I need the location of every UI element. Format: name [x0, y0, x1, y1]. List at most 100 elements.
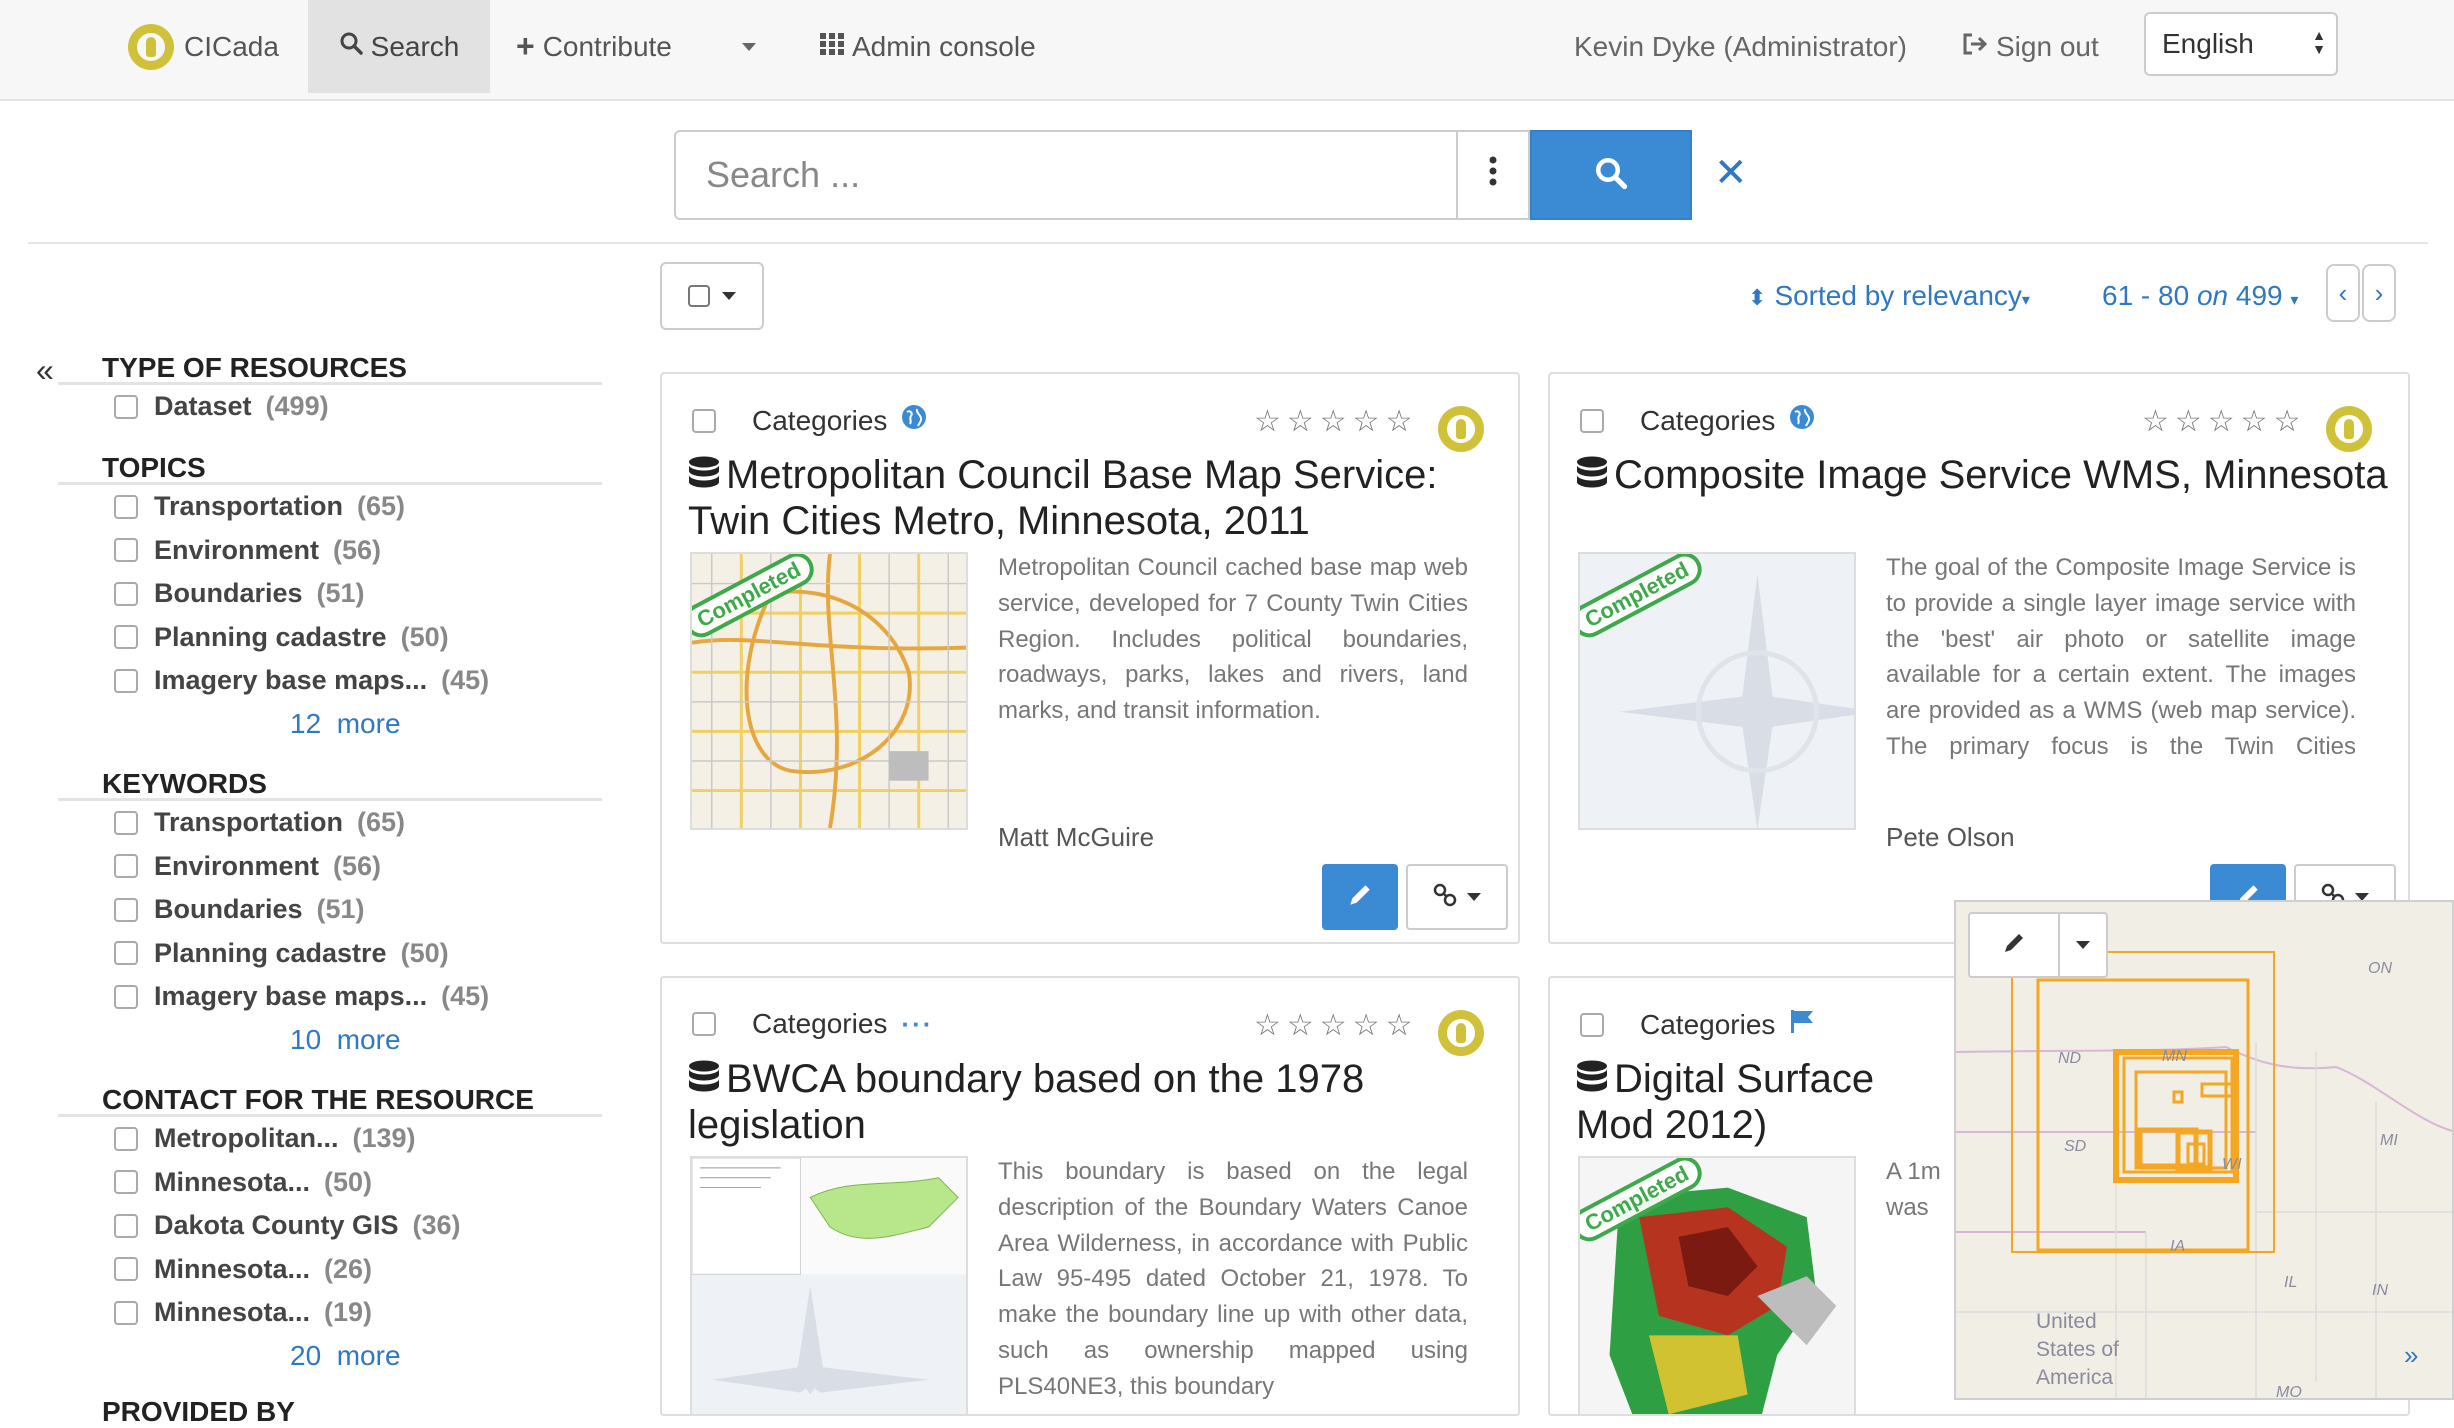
rating-stars[interactable]: ☆☆☆☆☆ — [1254, 404, 1418, 439]
nav-search-tab[interactable]: Search — [308, 0, 490, 93]
search-icon — [1593, 155, 1629, 196]
search-submit-button[interactable] — [1530, 130, 1692, 220]
category-label: Categories — [1640, 1008, 1776, 1040]
more-count: 20 — [290, 1340, 322, 1371]
card-title-link[interactable]: Composite Image Service WMS, Minnesota — [1576, 454, 2388, 500]
facet-keyword-item[interactable]: Planning cadastre (50) — [114, 932, 489, 976]
map-dropdown-toggle[interactable] — [2060, 912, 2108, 978]
checkbox[interactable] — [114, 984, 138, 1009]
card-select-checkbox[interactable] — [692, 408, 716, 433]
nav-contribute-link[interactable]: + Contribute — [516, 0, 672, 93]
map-edit-button[interactable] — [1968, 912, 2060, 978]
result-card: Categories ☆☆☆☆☆ Composite Image Service… — [1548, 372, 2410, 944]
links-dropdown-button[interactable] — [1406, 864, 1508, 930]
facet-keywords-more-link[interactable]: 10 more — [290, 1024, 401, 1056]
checkbox[interactable] — [114, 1213, 138, 1238]
checkbox[interactable] — [114, 810, 138, 835]
map-label: MI — [2380, 1132, 2398, 1149]
facet-label: Transportation — [154, 491, 344, 522]
search-input[interactable] — [674, 130, 1458, 220]
facet-contact-item[interactable]: Minnesota... (26) — [114, 1248, 461, 1292]
facet-label: Imagery base maps... — [154, 981, 428, 1012]
card-select-checkbox[interactable] — [1580, 1012, 1604, 1037]
checkbox[interactable] — [114, 897, 138, 922]
facet-keyword-item[interactable]: Boundaries (51) — [114, 888, 489, 932]
card-select-checkbox[interactable] — [1580, 408, 1604, 433]
expand-map-icon[interactable]: » — [2404, 1340, 2418, 1371]
collapse-sidebar-icon[interactable]: « — [36, 352, 54, 389]
previous-page-button[interactable]: ‹ — [2326, 264, 2360, 322]
checkbox[interactable] — [114, 668, 138, 693]
card-thumbnail[interactable]: Completed — [1578, 1156, 1856, 1414]
extent-map-panel[interactable]: ON ND SD MN IA WI MI IL IN MO United Sta… — [1954, 900, 2454, 1400]
language-select[interactable]: English ▲ ▼ — [2144, 12, 2338, 76]
card-thumbnail[interactable]: Completed — [690, 552, 968, 830]
nav-admin-label: Admin console — [852, 30, 1036, 62]
checkbox[interactable] — [114, 941, 138, 966]
facet-contact-item[interactable]: Minnesota... (50) — [114, 1161, 461, 1205]
rating-stars[interactable]: ☆☆☆☆☆ — [1254, 1008, 1418, 1043]
facet-contact-more-link[interactable]: 20 more — [290, 1340, 401, 1372]
map-label: ND — [2058, 1050, 2082, 1067]
search-options-button[interactable] — [1458, 130, 1530, 220]
facet-topic-item[interactable]: Environment (56) — [114, 529, 489, 573]
checkbox[interactable] — [114, 394, 138, 419]
facet-count: (45) — [441, 981, 490, 1012]
facet-topic-item[interactable]: Transportation (65) — [114, 485, 489, 529]
checkbox[interactable] — [114, 1257, 138, 1282]
checkbox[interactable] — [114, 581, 138, 606]
card-title-link[interactable]: BWCA boundary based on the 1978 legislat… — [688, 1058, 1518, 1146]
edit-button[interactable] — [1322, 864, 1398, 930]
facet-keyword-item[interactable]: Transportation (65) — [114, 801, 489, 845]
card-author: Matt McGuire — [998, 822, 1155, 852]
facet-topic-item[interactable]: Planning cadastre (50) — [114, 616, 489, 660]
checkbox[interactable] — [114, 625, 138, 650]
facet-contact-item[interactable]: Dakota County GIS (36) — [114, 1204, 461, 1248]
facet-type-item[interactable]: Dataset (499) — [114, 385, 329, 429]
facet-topics-more-link[interactable]: 12 more — [290, 708, 401, 740]
sort-dropdown[interactable]: ⬍ Sorted by relevancy▾ — [1748, 280, 2030, 312]
search-bar — [674, 130, 1692, 220]
card-title-link[interactable]: Digital Surface Mod 2012) — [1576, 1058, 1956, 1146]
card-title-link[interactable]: Metropolitan Council Base Map Service: T… — [688, 454, 1518, 542]
contribute-dropdown-toggle[interactable] — [742, 0, 756, 93]
next-page-button[interactable]: › — [2362, 264, 2396, 322]
facet-label: Planning cadastre — [154, 937, 387, 968]
facet-count: (51) — [316, 894, 365, 925]
facet-keyword-item[interactable]: Environment (56) — [114, 845, 489, 889]
brand-link[interactable]: CICada — [128, 0, 279, 93]
facet-count: (50) — [324, 1166, 373, 1197]
checkbox[interactable] — [114, 1170, 138, 1195]
facet-contact-list: Metropolitan... (139) Minnesota... (50) Da… — [114, 1117, 461, 1335]
checkbox[interactable] — [114, 1126, 138, 1151]
rating-stars[interactable]: ☆☆☆☆☆ — [2142, 404, 2306, 439]
facet-topic-item[interactable]: Boundaries (51) — [114, 572, 489, 616]
sign-out-link[interactable]: Sign out — [1962, 0, 2099, 93]
card-select-checkbox[interactable] — [692, 1012, 716, 1036]
facet-count: (499) — [265, 391, 329, 422]
pagination-dropdown[interactable]: 61 - 80 on 499 ▾ — [2102, 280, 2298, 312]
database-icon — [688, 1060, 720, 1104]
checkbox[interactable] — [114, 538, 138, 563]
facet-contact-item[interactable]: Metropolitan... (139) — [114, 1117, 461, 1161]
checkbox[interactable] — [114, 854, 138, 879]
checkbox[interactable] — [114, 1300, 138, 1325]
facet-topic-item[interactable]: Imagery base maps... (45) — [114, 659, 489, 703]
user-profile-link[interactable]: Kevin Dyke (Administrator) — [1574, 0, 1907, 93]
facet-keyword-item[interactable]: Imagery base maps... (45) — [114, 975, 489, 1019]
clear-search-icon[interactable]: ✕ — [1714, 150, 1748, 196]
nav-search-label: Search — [370, 30, 460, 62]
globe-icon — [901, 404, 927, 437]
select-all-dropdown[interactable] — [660, 262, 764, 330]
checkbox[interactable] — [114, 494, 138, 519]
flag-icon — [1789, 1008, 1815, 1041]
card-header: Categories — [1580, 404, 1815, 437]
facet-topics-list: Transportation (65) Environment (56) Bound… — [114, 485, 489, 703]
card-thumbnail[interactable] — [690, 1156, 968, 1414]
facet-count: (56) — [333, 850, 382, 881]
facet-contact-item[interactable]: Minnesota... (19) — [114, 1291, 461, 1335]
grid-icon — [820, 31, 844, 62]
card-thumbnail[interactable]: Completed — [1578, 552, 1856, 830]
nav-admin-console-link[interactable]: Admin console — [820, 0, 1036, 93]
map-label: IA — [2170, 1238, 2186, 1255]
